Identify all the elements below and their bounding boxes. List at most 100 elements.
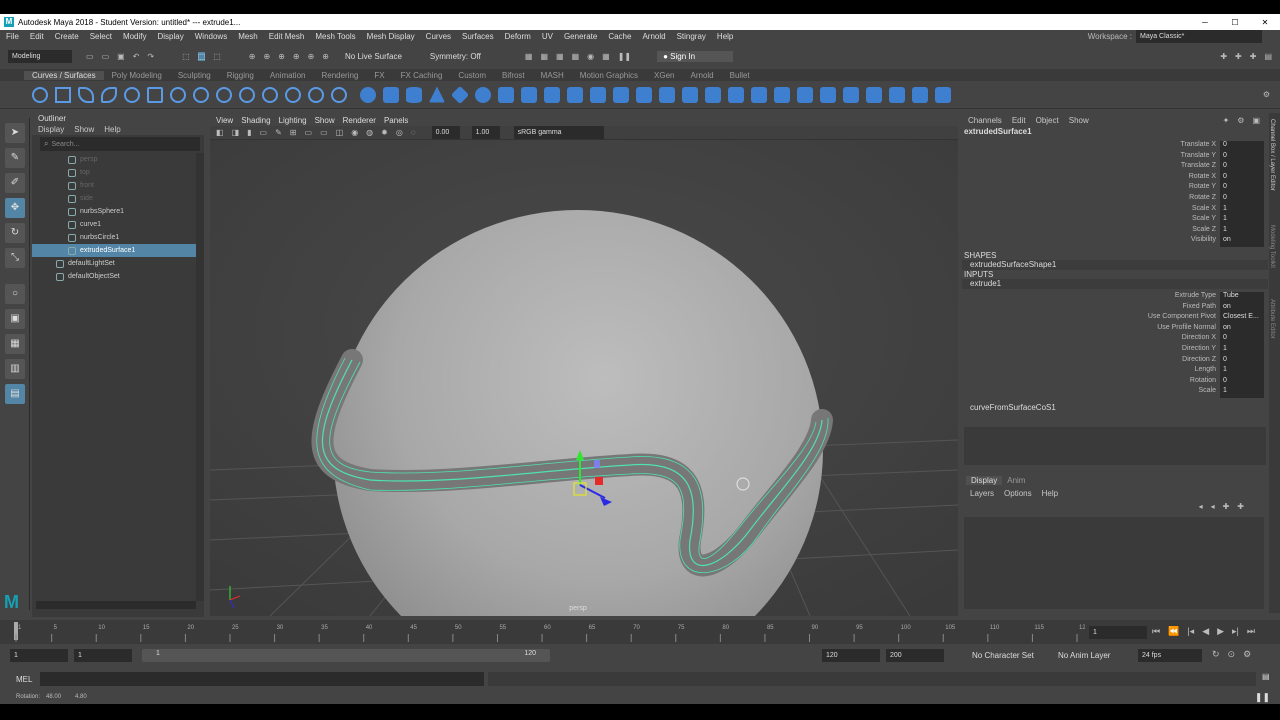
move-tool-icon[interactable]: ✥: [5, 198, 25, 218]
menu-curves[interactable]: Curves: [426, 32, 451, 41]
nurbs-cube-icon[interactable]: [383, 86, 399, 103]
new-layer-icon[interactable]: ✚: [1223, 502, 1230, 511]
loft-icon[interactable]: [521, 86, 537, 103]
render-view-icon[interactable]: ▦: [525, 52, 533, 61]
snap-surface-icon[interactable]: ⊕: [308, 52, 315, 61]
smooth-shade-icon[interactable]: ◉: [351, 128, 358, 137]
go-to-start-icon[interactable]: ⏮: [1152, 626, 1160, 637]
snap-pivot-icon[interactable]: ⊕: [322, 52, 329, 61]
outliner-item[interactable]: top: [32, 166, 204, 179]
xray-icon[interactable]: ◌: [411, 128, 416, 137]
current-frame-field[interactable]: 1: [1089, 626, 1147, 639]
grease-pencil-icon[interactable]: ✎: [275, 128, 282, 137]
open-scene-icon[interactable]: ▭: [102, 52, 110, 61]
channelbox-menu-channels[interactable]: Channels: [968, 116, 1002, 125]
nurbs-torus-icon[interactable]: [475, 86, 491, 103]
outliner-item[interactable]: persp: [32, 153, 204, 166]
isolate-icon[interactable]: ◎: [396, 128, 403, 137]
playback-start-field[interactable]: 1: [74, 649, 132, 662]
expand-icon[interactable]: ▣: [1252, 116, 1260, 125]
menu-uv[interactable]: UV: [542, 32, 553, 41]
pencil-curve-icon[interactable]: [124, 86, 140, 103]
surface-attach-icon[interactable]: [636, 86, 652, 103]
lasso-tool-icon[interactable]: ✎: [5, 148, 25, 168]
image-plane-icon[interactable]: ▭: [260, 128, 268, 137]
shelf-tab-curves-surfaces[interactable]: Curves / Surfaces: [24, 70, 104, 80]
layer-list[interactable]: [964, 517, 1264, 609]
shelf-tab-poly-modeling[interactable]: Poly Modeling: [104, 71, 170, 80]
input-node-name[interactable]: extrude1: [962, 278, 1268, 289]
viewport-menu-view[interactable]: View: [216, 116, 233, 125]
nurbs-circle-icon[interactable]: [32, 86, 48, 103]
attribute-value[interactable]: 0: [1220, 162, 1264, 173]
channelbox-object-name[interactable]: extrudedSurface1: [962, 127, 1268, 139]
colorspace-dropdown[interactable]: sRGB gamma: [513, 126, 604, 139]
outliner-item[interactable]: extrudedSurface1: [32, 244, 204, 257]
new-scene-icon[interactable]: ▭: [86, 52, 94, 61]
trim-tool-icon[interactable]: [797, 86, 813, 103]
lights-icon[interactable]: ✹: [381, 128, 388, 137]
film-gate-icon[interactable]: ▭: [305, 128, 313, 137]
viewport-menu-shading[interactable]: Shading: [241, 116, 270, 125]
shelf-tab-fx[interactable]: FX: [366, 71, 392, 80]
attribute-row[interactable]: Rotate X 0: [962, 172, 1268, 184]
ep-curve-icon[interactable]: [101, 86, 117, 103]
camera-select-icon[interactable]: ◧: [216, 128, 224, 137]
attribute-value[interactable]: 1: [1220, 366, 1264, 377]
layer-menu-layers[interactable]: Layers: [970, 489, 994, 498]
attribute-editor-icon[interactable]: ✚: [1235, 52, 1242, 61]
attribute-row[interactable]: Direction Y 1: [962, 344, 1268, 356]
menu-mesh-tools[interactable]: Mesh Tools: [315, 32, 355, 41]
attribute-value[interactable]: on: [1220, 323, 1264, 335]
outliner-item[interactable]: defaultLightSet: [32, 257, 204, 270]
menu-edit-mesh[interactable]: Edit Mesh: [269, 32, 305, 41]
curve-offset-icon[interactable]: [262, 86, 278, 103]
offset-surface-icon[interactable]: [774, 86, 790, 103]
shelf-tab-mash[interactable]: MASH: [533, 71, 572, 80]
attribute-row[interactable]: Translate Z 0: [962, 162, 1268, 173]
menu-file[interactable]: File: [6, 32, 19, 41]
sculpt-geometry-icon[interactable]: [843, 86, 859, 103]
bezier-curve-icon[interactable]: [147, 86, 163, 103]
pause-icon[interactable]: ❚❚: [1255, 692, 1270, 703]
bookmark-icon[interactable]: ▮: [247, 128, 251, 137]
intersect-icon[interactable]: [912, 86, 928, 103]
sign-in-button[interactable]: ● Sign In: [657, 50, 734, 62]
shelf-tab-bifrost[interactable]: Bifrost: [494, 71, 533, 80]
select-tool-icon[interactable]: ➤: [5, 123, 25, 143]
menu-surfaces[interactable]: Surfaces: [462, 32, 494, 41]
last-tool-icon[interactable]: ○: [5, 284, 25, 304]
new-layer-selected-icon[interactable]: ✚: [1237, 502, 1244, 511]
render-settings-icon[interactable]: ▦: [572, 52, 580, 61]
step-back-frame-icon[interactable]: |◂: [1187, 626, 1194, 637]
time-slider[interactable]: 1 5 10 15 20 25 30 35 40 45 50 55 60 65 70 75 80 85 90 95 10…: [0, 620, 1280, 644]
layer-tab-anim[interactable]: Anim: [1002, 476, 1030, 485]
nurbs-cylinder-icon[interactable]: [406, 86, 422, 103]
attribute-value[interactable]: 0: [1220, 141, 1264, 152]
go-to-end-icon[interactable]: ⏭: [1247, 626, 1255, 637]
untrim-icon[interactable]: [820, 86, 836, 103]
snap-curve-icon[interactable]: ⊕: [263, 52, 270, 61]
live-surface-label[interactable]: No Live Surface: [345, 52, 402, 61]
mel-label[interactable]: MEL: [16, 675, 38, 684]
shelf-tab-sculpting[interactable]: Sculpting: [170, 71, 219, 80]
time-slider-ruler[interactable]: 1 5 10 15 20 25 30 35 40 45 50 55 60 65 70 75 80 85 90 95 10…: [0, 620, 1085, 644]
attribute-row[interactable]: Extrude Type Tube: [962, 291, 1268, 303]
character-set-dropdown[interactable]: No Character Set: [972, 651, 1034, 660]
curve-fillet-icon[interactable]: [285, 86, 301, 103]
play-back-icon[interactable]: ◀: [1202, 626, 1209, 637]
curve-attach-icon[interactable]: [170, 86, 186, 103]
redo-icon[interactable]: ↷: [147, 52, 154, 61]
menu-arnold[interactable]: Arnold: [642, 32, 665, 41]
animation-end-field[interactable]: 200: [886, 649, 944, 662]
shelf-tab-rendering[interactable]: Rendering: [313, 71, 366, 80]
bevel-plus-icon[interactable]: [613, 86, 629, 103]
shape-name[interactable]: extrudedSurfaceShape1: [962, 259, 1268, 270]
channelbox-menu-edit[interactable]: Edit: [1012, 116, 1026, 125]
nurbs-square-icon[interactable]: [55, 86, 71, 103]
menu-mesh[interactable]: Mesh: [238, 32, 258, 41]
viewport-menu-renderer[interactable]: Renderer: [343, 116, 376, 125]
menu-help[interactable]: Help: [717, 32, 733, 41]
project-curve-icon[interactable]: [935, 86, 951, 103]
cv-curve-icon[interactable]: [78, 86, 94, 103]
